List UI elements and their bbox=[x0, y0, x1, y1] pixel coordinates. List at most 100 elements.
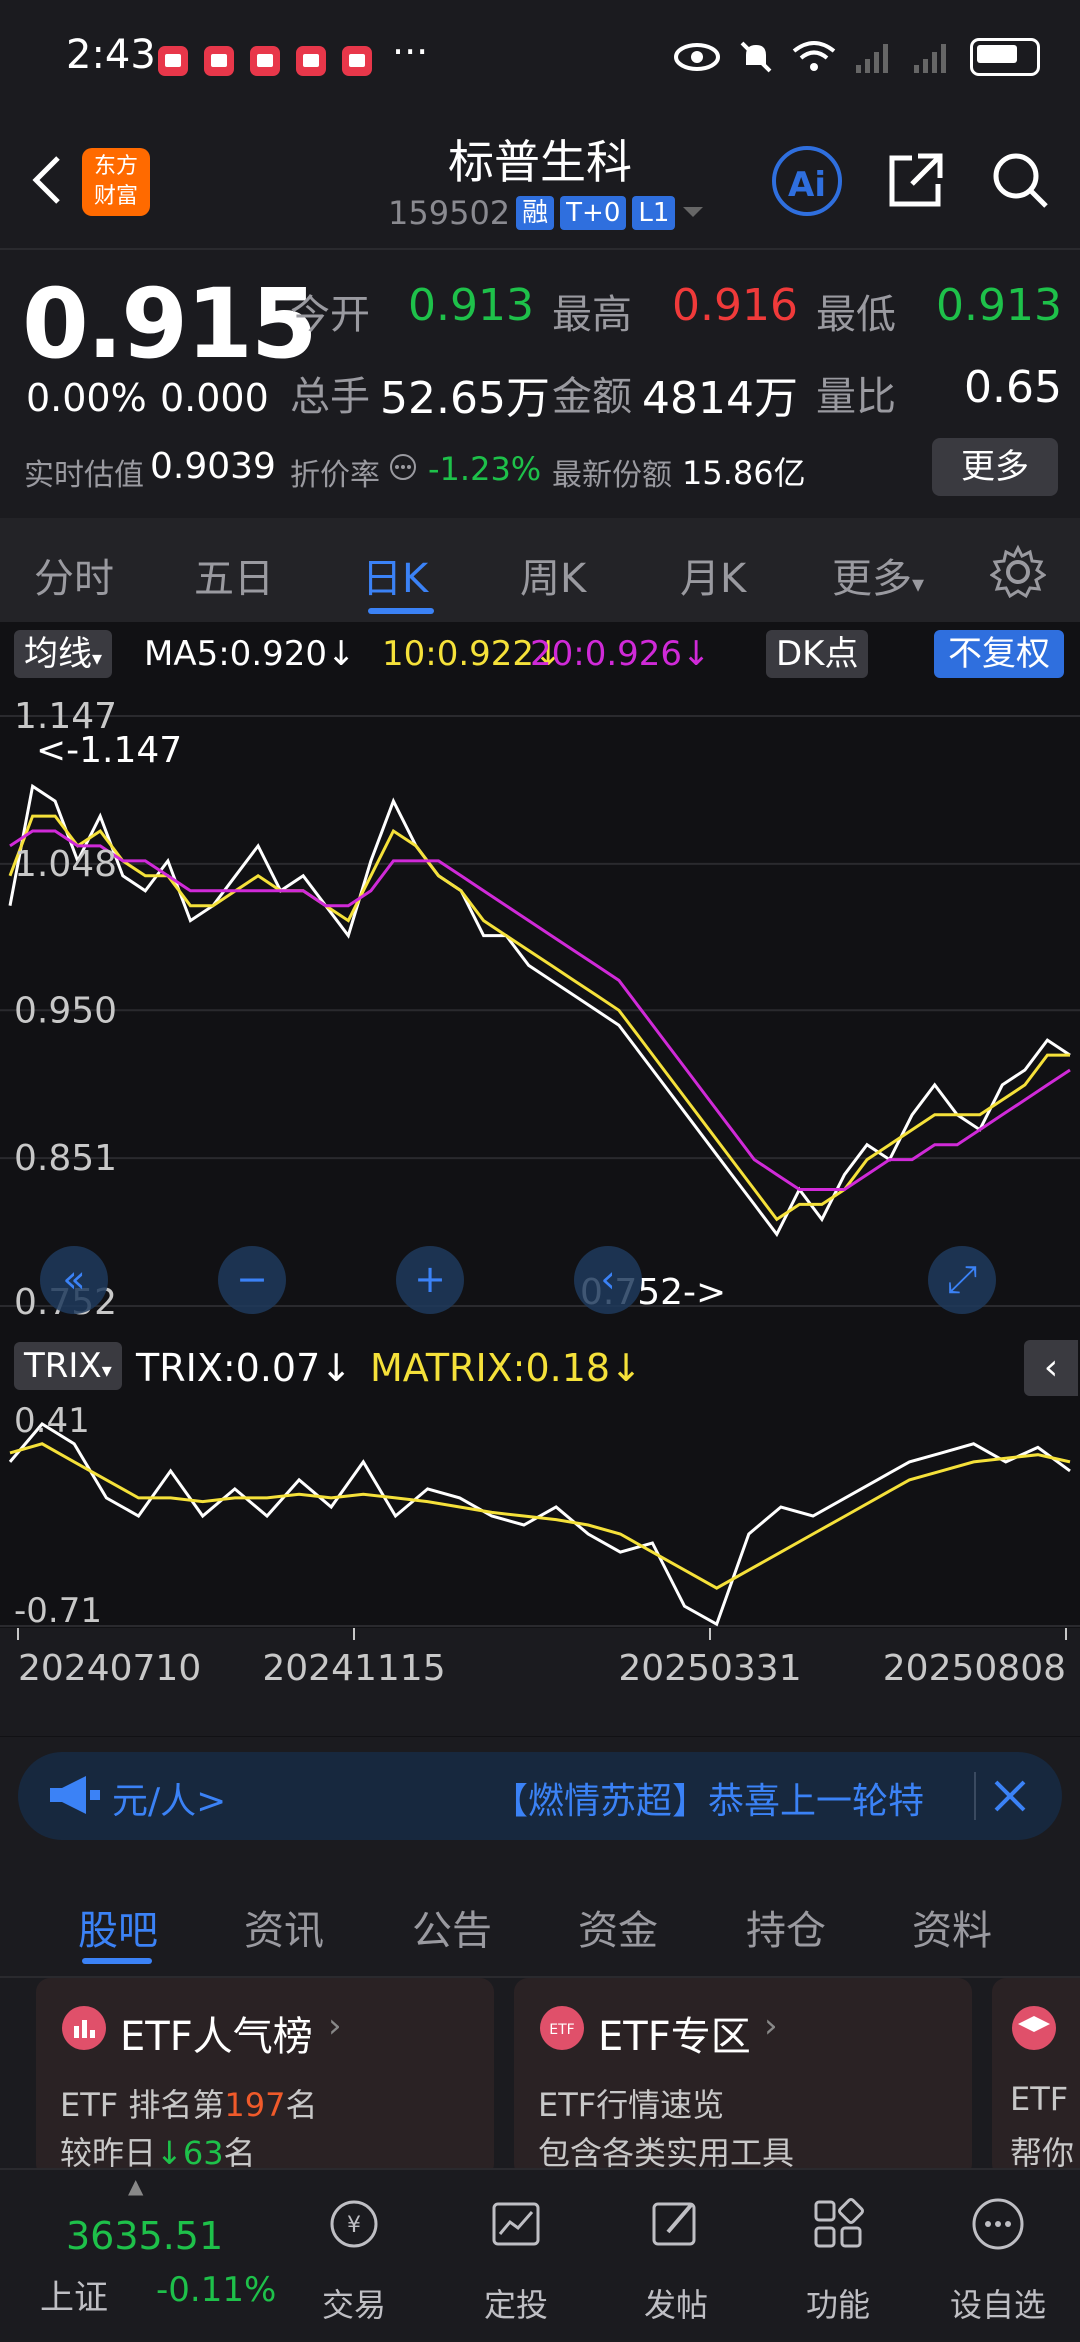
nav-investment-plan[interactable]: 定投 bbox=[456, 2280, 576, 2326]
info-icon[interactable] bbox=[388, 452, 418, 482]
bottom-navigation: ▲ 3635.51 上证 -0.11% ¥ 交易 定投 发帖 功能 设自选 bbox=[0, 2168, 1080, 2342]
dk-point-button[interactable]: DK点 bbox=[766, 630, 869, 678]
change-amount: 0.000 bbox=[160, 376, 269, 420]
index-change[interactable]: -0.11% bbox=[156, 2270, 276, 2310]
etf-zone-card[interactable]: ETF ETF专区 › ETF行情速览 包含各类实用工具 bbox=[514, 1978, 972, 2178]
tab-five-day[interactable]: 五日 bbox=[194, 546, 274, 604]
collapse-panel-icon[interactable]: ‹ bbox=[1024, 1340, 1078, 1396]
index-value[interactable]: 3635.51 bbox=[66, 2214, 223, 2258]
etf-icon: ETF bbox=[540, 2006, 584, 2050]
svg-text:ETF: ETF bbox=[549, 2022, 574, 2038]
notification-icon bbox=[250, 46, 280, 76]
y-tick-label: 0.851 bbox=[14, 1138, 117, 1179]
nav-functions[interactable]: 功能 bbox=[778, 2280, 898, 2326]
trix-chart[interactable]: 0.41 -0.71 20240710 20241115 20250331 2025080… bbox=[0, 1396, 1080, 1736]
chevron-right-icon: › bbox=[764, 2006, 778, 2046]
trix-value: TRIX:0.07↓ bbox=[136, 1346, 353, 1390]
tab-news[interactable]: 资讯 bbox=[244, 1898, 324, 1956]
tab-holdings[interactable]: 持仓 bbox=[746, 1898, 826, 1956]
tab-more-label: 更多 bbox=[832, 556, 912, 602]
more-notifications: ··· bbox=[392, 30, 429, 74]
fullscreen-icon-glyph: ⤢ bbox=[947, 1257, 977, 1301]
notification-icon bbox=[342, 46, 372, 76]
volume-label: 总手 bbox=[290, 374, 370, 420]
share-icon[interactable] bbox=[884, 148, 948, 212]
nav-post[interactable]: 发帖 bbox=[616, 2280, 736, 2326]
functions-icon[interactable] bbox=[808, 2194, 868, 2254]
change-number: ↓63 bbox=[156, 2134, 224, 2168]
tab-intraday[interactable]: 分时 bbox=[34, 546, 114, 604]
tab-monthly-k[interactable]: 月K bbox=[680, 546, 746, 604]
etf-card-partial[interactable]: ETF 帮你 bbox=[992, 1978, 1080, 2178]
indicator-selector[interactable]: TRIX▾ bbox=[14, 1342, 122, 1390]
high-value: 0.916 bbox=[672, 280, 798, 331]
adjustment-button[interactable]: 不复权 bbox=[934, 630, 1064, 678]
tab-profile[interactable]: 资料 bbox=[912, 1898, 992, 1956]
back-step-icon[interactable]: ‹ bbox=[574, 1246, 642, 1314]
signal-icon bbox=[856, 44, 888, 73]
chevron-right-icon: › bbox=[328, 2006, 342, 2046]
margin-tag: 融 bbox=[516, 196, 555, 230]
tab-daily-k[interactable]: 日K bbox=[362, 546, 428, 604]
zoom-in-icon[interactable]: + bbox=[396, 1246, 464, 1314]
tab-announcements[interactable]: 公告 bbox=[412, 1898, 492, 1956]
card-line-2: 帮你 bbox=[1010, 2134, 1075, 2168]
ai-button[interactable]: Ai bbox=[772, 146, 842, 216]
svg-text:¥: ¥ bbox=[347, 2213, 361, 2238]
status-time: 2:43 bbox=[66, 32, 156, 78]
zoom-in-icon-glyph: + bbox=[414, 1257, 446, 1301]
nav-watchlist[interactable]: 设自选 bbox=[938, 2280, 1058, 2326]
settings-icon[interactable] bbox=[990, 544, 1046, 600]
index-name[interactable]: 上证 bbox=[40, 2270, 108, 2319]
etf-popularity-card[interactable]: ETF人气榜 › ETF 排名第197名 较昨日↓63名 bbox=[36, 1978, 494, 2178]
discount-value: -1.23% bbox=[428, 450, 542, 488]
tab-weekly-k[interactable]: 周K bbox=[520, 546, 586, 604]
zoom-out-icon[interactable]: − bbox=[218, 1246, 286, 1314]
news-ticker[interactable]: 元/人> 【燃情苏超】恭喜上一轮特 bbox=[18, 1752, 1062, 1840]
nav-trade[interactable]: 交易 bbox=[294, 2280, 414, 2326]
post-icon[interactable] bbox=[646, 2194, 706, 2254]
rewind-icon-glyph: « bbox=[62, 1257, 85, 1301]
stock-code: 159502 bbox=[388, 194, 511, 232]
volume-ratio-value: 0.65 bbox=[964, 362, 1062, 413]
x-tick-label: 20241115 bbox=[262, 1648, 445, 1689]
x-tick-label: 20240710 bbox=[18, 1648, 201, 1689]
stock-code-selector[interactable]: 159502 融 T+0 L1 bbox=[388, 194, 705, 232]
tab-funds[interactable]: 资金 bbox=[578, 1898, 658, 1956]
current-price: 0.915 bbox=[22, 268, 318, 380]
tab-more[interactable]: 更多▾ bbox=[832, 546, 924, 604]
ma20-value: 20:0.926↓ bbox=[530, 634, 711, 674]
amount-label: 金额 bbox=[552, 374, 632, 420]
notification-icon bbox=[204, 46, 234, 76]
more-button[interactable]: 更多 bbox=[932, 438, 1058, 496]
max-price-marker: <-1.147 bbox=[36, 730, 182, 771]
x-tick-label: 20250331 bbox=[618, 1648, 801, 1689]
low-label: 最低 bbox=[816, 292, 896, 338]
active-subtab-indicator bbox=[82, 1958, 152, 1964]
ranking-prefix: ETF 排名第 bbox=[60, 2086, 225, 2124]
change-percent: 0.00% bbox=[26, 376, 147, 420]
tab-forum[interactable]: 股吧 bbox=[78, 1898, 158, 1956]
period-tabs: 分时 五日 日K 周K 月K 更多▾ bbox=[0, 518, 1080, 622]
trade-icon[interactable]: ¥ bbox=[324, 2194, 384, 2254]
ma-selector-label: 均线 bbox=[24, 634, 92, 674]
matrix-value: MATRIX:0.18↓ bbox=[370, 1346, 642, 1390]
ma-selector[interactable]: 均线▾ bbox=[14, 630, 113, 678]
expand-arrow-icon[interactable]: ▲ bbox=[128, 2174, 143, 2198]
investment-plan-icon[interactable] bbox=[486, 2194, 546, 2254]
card-line-1: ETF行情速览 bbox=[538, 2086, 725, 2124]
kline-chart[interactable]: 1.1471.0480.9500.8510.752<-1.1470.752->«… bbox=[0, 686, 1080, 1336]
status-bar: 2:43 ··· bbox=[0, 0, 1080, 120]
search-icon[interactable] bbox=[988, 148, 1052, 212]
close-icon[interactable] bbox=[990, 1776, 1030, 1816]
watchlist-icon[interactable] bbox=[968, 2194, 1028, 2254]
change-prefix: 较昨日 bbox=[60, 2134, 157, 2168]
open-value: 0.913 bbox=[408, 280, 534, 331]
fullscreen-icon[interactable]: ⤢ bbox=[928, 1246, 996, 1314]
low-value: 0.913 bbox=[936, 280, 1062, 331]
ranking-line: ETF 排名第197名 bbox=[60, 2080, 317, 2126]
y-tick-label: 1.048 bbox=[14, 844, 117, 885]
header: 东方 财富 标普生科 159502 融 T+0 L1 Ai bbox=[0, 120, 1080, 248]
zoom-out-icon-glyph: − bbox=[236, 1257, 268, 1301]
rewind-icon[interactable]: « bbox=[40, 1246, 108, 1314]
